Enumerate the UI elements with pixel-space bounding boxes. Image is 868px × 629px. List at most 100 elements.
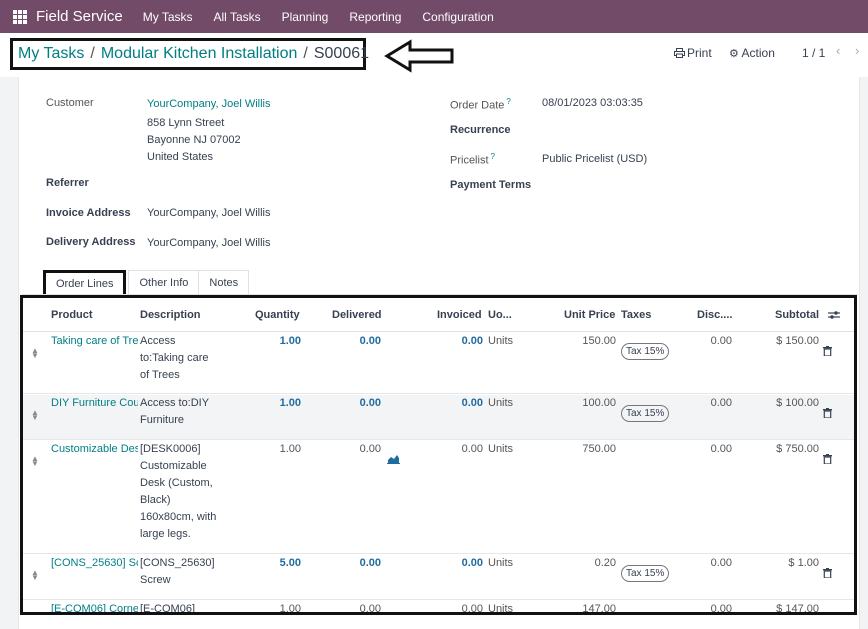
- customer-address-line: 858 Lynn Street: [147, 117, 225, 129]
- col-unit-price[interactable]: Unit Price: [564, 309, 615, 321]
- pager-value[interactable]: 1 / 1: [802, 46, 825, 60]
- row-discount[interactable]: 0.00: [684, 333, 732, 350]
- notebook-tabs: Order Lines Other Info Notes: [43, 270, 250, 294]
- forecast-chart-icon[interactable]: [387, 453, 400, 470]
- row-unit-price[interactable]: 147.00: [564, 601, 616, 612]
- row-uom[interactable]: Units: [488, 395, 513, 412]
- drag-handle-icon[interactable]: ▲ ▼: [31, 569, 39, 582]
- column-settings-icon[interactable]: [828, 310, 840, 323]
- col-description[interactable]: Description: [140, 309, 201, 321]
- col-taxes[interactable]: Taxes: [621, 309, 651, 321]
- row-uom[interactable]: Units: [488, 333, 513, 350]
- tab-notes[interactable]: Notes: [198, 270, 250, 294]
- col-quantity[interactable]: Quantity: [255, 309, 300, 321]
- customer-address-line: United States: [147, 151, 214, 163]
- pager-previous-icon[interactable]: ‹: [836, 43, 840, 58]
- forecast-chart-icon[interactable]: [387, 613, 400, 615]
- help-icon[interactable]: ?: [506, 97, 510, 106]
- row-unit-price[interactable]: 0.20: [564, 555, 616, 572]
- table-row[interactable]: ▲▼ [E-COM06] Corne [E-COM06] 1.00 0.00 0…: [23, 601, 854, 615]
- row-taxes[interactable]: Tax 15%: [621, 405, 670, 422]
- table-row[interactable]: ▲ ▼ DIY Furniture Cou Access to:DIY Furnit…: [23, 395, 854, 440]
- row-uom[interactable]: Units: [488, 441, 513, 458]
- invoice-address-field[interactable]: YourCompany, Joel Willis: [147, 207, 271, 219]
- drag-handle-icon[interactable]: ▲ ▼: [31, 455, 39, 468]
- customer-field[interactable]: YourCompany, Joel Willis: [147, 98, 271, 110]
- tab-order-lines[interactable]: Order Lines: [43, 270, 127, 294]
- nav-configuration[interactable]: Configuration: [422, 10, 493, 24]
- row-quantity[interactable]: 5.00: [253, 555, 301, 572]
- tab-other-info[interactable]: Other Info: [128, 270, 200, 294]
- pricelist-field[interactable]: Public Pricelist (USD): [542, 153, 647, 165]
- row-uom[interactable]: Units: [488, 601, 513, 612]
- breadcrumb-my-tasks[interactable]: My Tasks: [18, 45, 84, 63]
- col-delivered[interactable]: Delivered: [332, 309, 382, 321]
- row-uom[interactable]: Units: [488, 555, 513, 572]
- action-button[interactable]: ⚙ Action: [729, 46, 775, 60]
- nav-my-tasks[interactable]: My Tasks: [143, 10, 193, 24]
- row-taxes[interactable]: Tax 15%: [621, 565, 670, 582]
- row-description[interactable]: Access to:DIY Furniture: [140, 395, 209, 429]
- app-brand[interactable]: Field Service: [36, 8, 123, 25]
- recurrence-label: Recurrence: [450, 124, 511, 136]
- col-discount[interactable]: Disc....: [697, 309, 732, 321]
- row-delivered[interactable]: 0.00: [333, 333, 381, 350]
- print-button[interactable]: Print: [674, 46, 712, 60]
- trash-icon[interactable]: [823, 454, 832, 464]
- apps-menu-icon[interactable]: [13, 9, 27, 24]
- row-unit-price[interactable]: 100.00: [564, 395, 616, 412]
- row-product[interactable]: [E-COM06] Corne: [51, 601, 138, 612]
- row-subtotal: $ 150.00: [776, 335, 819, 347]
- table-row[interactable]: ▲ ▼ Customizable Des [DESK0006] Customizab…: [23, 441, 854, 554]
- row-invoiced: 0.00: [461, 397, 483, 409]
- breadcrumb-task[interactable]: Modular Kitchen Installation: [101, 45, 298, 63]
- col-uom[interactable]: Uo...: [488, 309, 512, 321]
- col-product[interactable]: Product: [51, 309, 93, 321]
- row-description[interactable]: [E-COM06]: [140, 601, 195, 612]
- row-description[interactable]: [DESK0006] Customizable Desk (Custom, Black…: [140, 441, 216, 543]
- col-subtotal[interactable]: Subtotal: [775, 309, 819, 321]
- nav-all-tasks[interactable]: All Tasks: [214, 10, 261, 24]
- row-invoiced: 0.00: [461, 443, 483, 455]
- pager-next-icon[interactable]: ›: [855, 43, 859, 58]
- drag-handle-icon[interactable]: ▲ ▼: [31, 347, 39, 360]
- tax-badge: Tax 15%: [621, 343, 670, 360]
- drag-handle-icon[interactable]: ▲ ▼: [31, 409, 39, 422]
- row-delivered[interactable]: 0.00: [333, 555, 381, 572]
- referrer-label: Referrer: [46, 177, 89, 189]
- nav-planning[interactable]: Planning: [282, 10, 329, 24]
- table-row[interactable]: ▲ ▼ [CONS_25630] Sc [CONS_25630] Screw 5.0…: [23, 555, 854, 600]
- row-product[interactable]: Customizable Des: [51, 441, 138, 458]
- nav-reporting[interactable]: Reporting: [349, 10, 401, 24]
- trash-icon[interactable]: [823, 408, 832, 418]
- row-discount[interactable]: 0.00: [684, 395, 732, 412]
- table-row[interactable]: ▲ ▼ Taking care of Tre Access to:Taking ca…: [23, 333, 854, 394]
- row-quantity[interactable]: 1.00: [253, 441, 301, 458]
- control-panel: My Tasks / Modular Kitchen Installation …: [0, 33, 868, 77]
- row-description[interactable]: [CONS_25630] Screw: [140, 555, 215, 589]
- row-product[interactable]: [CONS_25630] Sc: [51, 555, 138, 572]
- row-delivered[interactable]: 0.00: [333, 441, 381, 458]
- row-delivered[interactable]: 0.00: [333, 601, 381, 612]
- row-quantity[interactable]: 1.00: [253, 333, 301, 350]
- row-quantity[interactable]: 1.00: [253, 601, 301, 612]
- trash-icon[interactable]: [823, 568, 832, 578]
- delivery-address-field[interactable]: YourCompany, Joel Willis: [147, 237, 271, 249]
- row-delivered[interactable]: 0.00: [333, 395, 381, 412]
- help-icon[interactable]: ?: [491, 152, 495, 161]
- col-invoiced[interactable]: Invoiced: [437, 309, 482, 321]
- row-product[interactable]: Taking care of Tre: [51, 333, 138, 350]
- row-unit-price[interactable]: 150.00: [564, 333, 616, 350]
- row-unit-price[interactable]: 750.00: [564, 441, 616, 458]
- row-taxes[interactable]: Tax 15%: [621, 343, 670, 360]
- trash-icon[interactable]: [823, 346, 832, 356]
- row-product[interactable]: DIY Furniture Cou: [51, 395, 138, 412]
- row-discount[interactable]: 0.00: [684, 601, 732, 612]
- row-quantity[interactable]: 1.00: [253, 395, 301, 412]
- row-description[interactable]: Access to:Taking care of Trees: [140, 333, 208, 384]
- payment-terms-label: Payment Terms: [450, 179, 532, 191]
- printer-icon: [674, 48, 685, 58]
- row-discount[interactable]: 0.00: [684, 555, 732, 572]
- row-discount[interactable]: 0.00: [684, 441, 732, 458]
- order-date-field[interactable]: 08/01/2023 03:03:35: [542, 97, 643, 109]
